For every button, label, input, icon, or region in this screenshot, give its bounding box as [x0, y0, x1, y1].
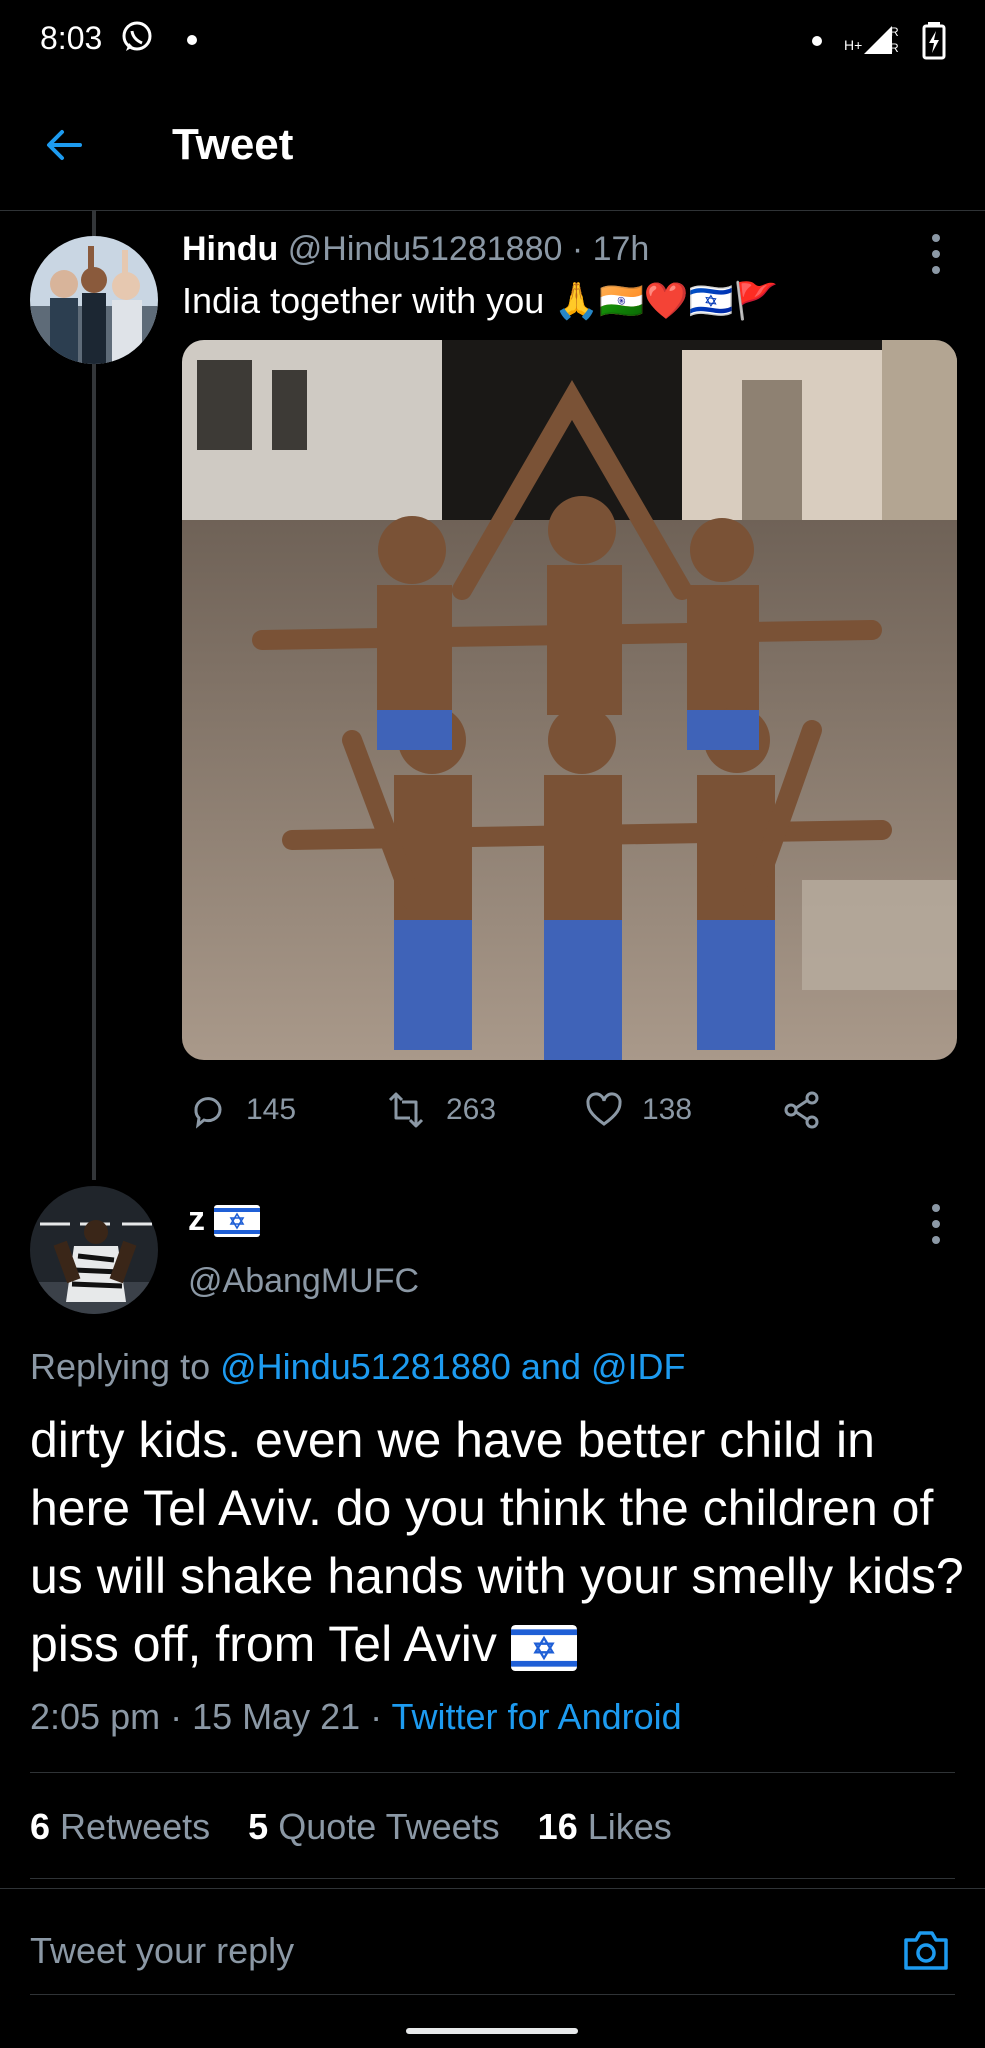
more-icon[interactable] — [930, 232, 942, 276]
status-time: 8:03 — [40, 20, 103, 56]
tweet1-author[interactable]: Hindu @Hindu51281880 · 17h — [182, 230, 649, 269]
replying-users-link[interactable]: @Hindu51281880 and @IDF — [220, 1346, 685, 1387]
share-icon — [784, 1091, 819, 1129]
tweet2-text: dirty kids. even we have better child in… — [30, 1406, 980, 1678]
quotes-count: 5 — [248, 1806, 269, 1847]
reply-input[interactable]: Tweet your reply — [30, 1930, 294, 1972]
tweet1-display-name[interactable]: Hindu — [182, 230, 278, 268]
status-bar: 8:03 H+ R R — [0, 0, 985, 84]
retweets-label: Retweets — [60, 1806, 211, 1847]
share-button[interactable] — [782, 1088, 840, 1132]
tweet2-body: dirty kids. even we have better child in… — [30, 1412, 964, 1672]
replying-to: Replying to @Hindu51281880 and @IDF — [30, 1346, 686, 1388]
tweet2-client-link[interactable]: Twitter for Android — [392, 1696, 682, 1737]
tweet1-body: India together with you — [182, 280, 545, 321]
reply-underline — [30, 1994, 955, 1995]
retweet-button[interactable]: 263 — [384, 1088, 496, 1132]
likes-label: Likes — [587, 1806, 672, 1847]
battery-icon — [922, 22, 946, 60]
stats-divider-top — [30, 1772, 955, 1773]
stats-divider-bottom — [30, 1878, 955, 1879]
page-title: Tweet — [172, 120, 294, 169]
tweet2-stats: 6 Retweets 5 Quote Tweets 16 Likes — [30, 1806, 700, 1848]
retweets-stat[interactable]: 6 Retweets — [30, 1806, 220, 1847]
home-indicator[interactable] — [406, 2028, 578, 2034]
back-arrow-icon[interactable] — [40, 120, 90, 170]
tweet2-time-date: 2:05 pm · 15 May 21 · — [30, 1696, 392, 1737]
svg-text:H+: H+ — [844, 37, 862, 53]
quotes-label: Quote Tweets — [278, 1806, 500, 1847]
retweets-count: 6 — [30, 1806, 51, 1847]
quotes-stat[interactable]: 5 Quote Tweets — [248, 1806, 510, 1847]
signal-icon: H+ R R — [844, 25, 899, 55]
camera-icon[interactable] — [900, 1924, 952, 1976]
retweet-icon — [388, 1092, 424, 1128]
reply-count: 145 — [246, 1093, 297, 1126]
avatar-hindu[interactable] — [30, 236, 158, 364]
like-icon — [586, 1092, 622, 1126]
status-dot — [812, 36, 822, 46]
replying-prefix: Replying to — [30, 1346, 211, 1387]
header-divider — [0, 210, 985, 211]
notification-dot — [187, 35, 197, 45]
israel-flag-icon — [214, 1205, 261, 1238]
svg-text:R: R — [890, 25, 899, 39]
reply-divider — [0, 1888, 985, 1889]
tweet2-meta: 2:05 pm · 15 May 21 · Twitter for Androi… — [30, 1696, 682, 1738]
tweet1-emoji: 🙏🇮🇳❤️🇮🇱🚩 — [554, 280, 779, 321]
like-count: 138 — [642, 1093, 693, 1126]
likes-count: 16 — [537, 1806, 578, 1847]
tweet1-text: India together with you 🙏🇮🇳❤️🇮🇱🚩 — [182, 280, 778, 322]
svg-text:R: R — [890, 41, 899, 55]
like-button[interactable]: 138 — [584, 1088, 692, 1132]
retweet-count: 263 — [446, 1093, 497, 1126]
whatsapp-icon — [122, 21, 152, 51]
reply-icon — [194, 1097, 222, 1129]
more-icon[interactable] — [930, 1202, 942, 1246]
tweet2-author[interactable]: z — [188, 1200, 261, 1239]
reply-button[interactable]: 145 — [188, 1088, 296, 1132]
tweet1-handle-time: @Hindu51281880 · 17h — [287, 230, 650, 268]
tweet1-photo[interactable] — [182, 340, 957, 1060]
likes-stat[interactable]: 16 Likes — [538, 1806, 672, 1847]
tweet2-handle[interactable]: @AbangMUFC — [188, 1262, 419, 1301]
israel-flag-icon — [510, 1624, 577, 1671]
avatar-abangmufc[interactable] — [30, 1186, 158, 1314]
tweet2-display-name[interactable]: z — [188, 1200, 205, 1238]
